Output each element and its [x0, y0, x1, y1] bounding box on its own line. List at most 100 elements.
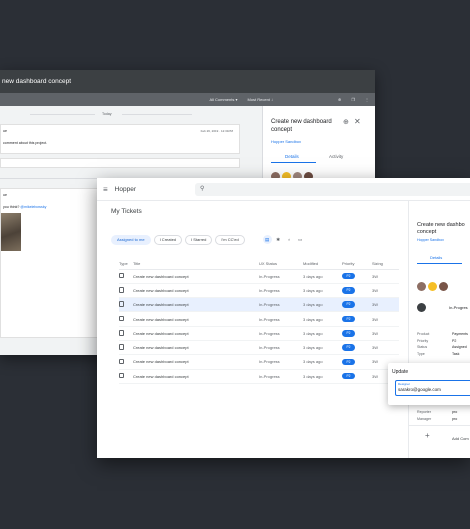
details-panel: Create new dashbo concept Hopper Sandbox…: [408, 201, 470, 458]
ux-status: In-Progress: [259, 283, 303, 299]
tab-activity[interactable]: Activity: [329, 154, 343, 159]
ticket-title[interactable]: Create new dashboard concept: [133, 283, 259, 299]
more-icon[interactable]: ⋮: [365, 97, 369, 102]
back-window-title: new dashboard concept: [0, 70, 375, 93]
table-row[interactable]: Create new dashboard concept In-Progress 3…: [119, 297, 399, 313]
table-row[interactable]: Create new dashboard concept In-Progress 3…: [119, 369, 399, 384]
doc-icon: [119, 315, 124, 322]
close-icon[interactable]: ✕: [354, 117, 361, 126]
ux-status: In-Progress: [259, 369, 303, 384]
prop-row: Type Task: [417, 351, 460, 356]
sizing: 3W: [372, 297, 399, 313]
sort-dropdown[interactable]: Most Recent ↓: [247, 97, 273, 102]
menu-icon[interactable]: ≡: [103, 185, 108, 194]
comments-filter[interactable]: All Comments ▾: [209, 97, 237, 102]
priority-badge[interactable]: P2: [342, 315, 355, 323]
avatar[interactable]: [428, 282, 437, 291]
ticket-title[interactable]: Create new dashboard concept: [133, 311, 259, 327]
ticket-title[interactable]: Create new dashboard concept: [133, 354, 259, 370]
doc-icon: [119, 287, 124, 293]
status-icon: [417, 303, 426, 312]
ticket-title[interactable]: Create new dashboard concept: [133, 269, 259, 284]
avatar[interactable]: [417, 282, 426, 291]
ticket-properties: Product Payments Priority P2 Status Assigne…: [417, 331, 470, 357]
modified: 3 days ago: [303, 297, 342, 313]
page-title: My Tickets: [111, 208, 142, 215]
app-name: Hopper: [114, 185, 136, 193]
table-row[interactable]: Create new dashboard concept In-Progress 3…: [119, 354, 399, 370]
comment-card: ue Feb 26, 2019 · 12:31PM comment about …: [0, 124, 240, 154]
sizing: 3W: [372, 311, 399, 327]
doc-icon: [119, 358, 124, 365]
add-icon[interactable]: +: [425, 431, 430, 440]
tickets-table: Type Title UX Status Modified Priority S…: [119, 258, 399, 384]
table-row[interactable]: Create new dashboard concept In-Progress 3…: [119, 326, 399, 341]
ticket-people: Reporter pro Manager pro: [417, 409, 470, 422]
doc-icon[interactable]: ▤: [262, 235, 272, 244]
table-row[interactable]: Create new dashboard concept In-Progress 3…: [119, 311, 399, 327]
priority-badge[interactable]: P2: [342, 372, 355, 380]
modified: 3 days ago: [303, 354, 342, 370]
chip-assigned[interactable]: Assigned to me: [111, 235, 151, 245]
chip-cced[interactable]: I'm CC'ed: [215, 235, 245, 245]
modified: 3 days ago: [303, 369, 342, 384]
sizing: 3W: [372, 340, 399, 356]
chip-created[interactable]: I Created: [153, 235, 183, 245]
link-icon[interactable]: ⊕: [338, 97, 341, 102]
priority-badge[interactable]: P2: [342, 287, 355, 294]
ux-status: In-Progress: [259, 297, 303, 313]
chat-icon[interactable]: ▭: [296, 235, 305, 244]
doc-icon: [119, 272, 124, 279]
ticket-title[interactable]: Create new dashboard concept: [133, 369, 259, 384]
table-row[interactable]: Create new dashboard concept In-Progress 3…: [119, 283, 399, 299]
table-row[interactable]: Create new dashboard concept In-Progress 3…: [119, 269, 399, 284]
doc-icon: [119, 330, 124, 336]
ticket-title[interactable]: Create new dashboard concept: [133, 340, 259, 356]
modified: 3 days ago: [303, 311, 342, 327]
priority-badge[interactable]: P2: [342, 358, 355, 366]
link-icon[interactable]: ⊕: [343, 118, 349, 126]
bug-icon[interactable]: ✱: [274, 235, 283, 244]
search-input[interactable]: ⚲: [195, 183, 470, 196]
prop-row: Manager pro: [417, 416, 458, 421]
search-icon: ⚲: [200, 186, 205, 192]
dialog-title: Update: [392, 369, 409, 375]
priority-badge[interactable]: P2: [342, 330, 355, 337]
avatar-group: [417, 278, 450, 296]
project-link[interactable]: Hopper Sandbox: [417, 238, 444, 242]
modified: 3 days ago: [303, 269, 342, 284]
add-comment-button[interactable]: Add Com: [452, 436, 469, 441]
update-dialog: Update Designer sarakro@google.com: [388, 363, 470, 405]
table-row[interactable]: Create new dashboard concept In-Progress 3…: [119, 340, 399, 356]
date-divider: Today: [102, 112, 112, 116]
tab-details[interactable]: Details: [285, 154, 299, 159]
ux-status: In-Progress: [259, 340, 303, 356]
filter-chips: Assigned to me I Created I Starred I'm CC'e…: [111, 228, 307, 246]
status-badge[interactable]: In-Progres: [449, 305, 468, 310]
ticket-title: Create new dashbo concept: [417, 222, 467, 235]
designer-field[interactable]: Designer sarakro@google.com: [395, 380, 470, 396]
back-toolbar: All Comments ▾ Most Recent ↓ ⊕ ❐ ⋮: [0, 93, 375, 106]
avatar[interactable]: [439, 282, 448, 291]
lightbulb-icon[interactable]: ♁: [285, 235, 294, 244]
reply-input[interactable]: [0, 158, 240, 168]
chip-starred[interactable]: I Starred: [185, 235, 213, 245]
sizing: 3W: [372, 269, 399, 284]
app-header: ≡ Hopper ⚲: [97, 178, 470, 201]
priority-badge[interactable]: P2: [342, 344, 355, 351]
ux-status: In-Progress: [259, 269, 303, 284]
ux-status: In-Progress: [259, 311, 303, 327]
doc-icon: [119, 301, 124, 307]
copy-icon[interactable]: ❐: [351, 97, 355, 102]
tab-details[interactable]: Details: [430, 255, 442, 260]
priority-badge[interactable]: P2: [342, 301, 355, 308]
attached-photo[interactable]: [1, 213, 21, 251]
table-header: Type Title UX Status Modified Priority S…: [119, 258, 399, 270]
ticket-title[interactable]: Create new dashboard concept: [133, 326, 259, 341]
ux-status: In-Progress: [259, 326, 303, 341]
modified: 3 days ago: [303, 326, 342, 341]
doc-icon: [119, 372, 124, 379]
priority-badge[interactable]: P2: [342, 272, 355, 280]
ux-status: In-Progress: [259, 354, 303, 370]
ticket-title[interactable]: Create new dashboard concept: [133, 297, 259, 313]
